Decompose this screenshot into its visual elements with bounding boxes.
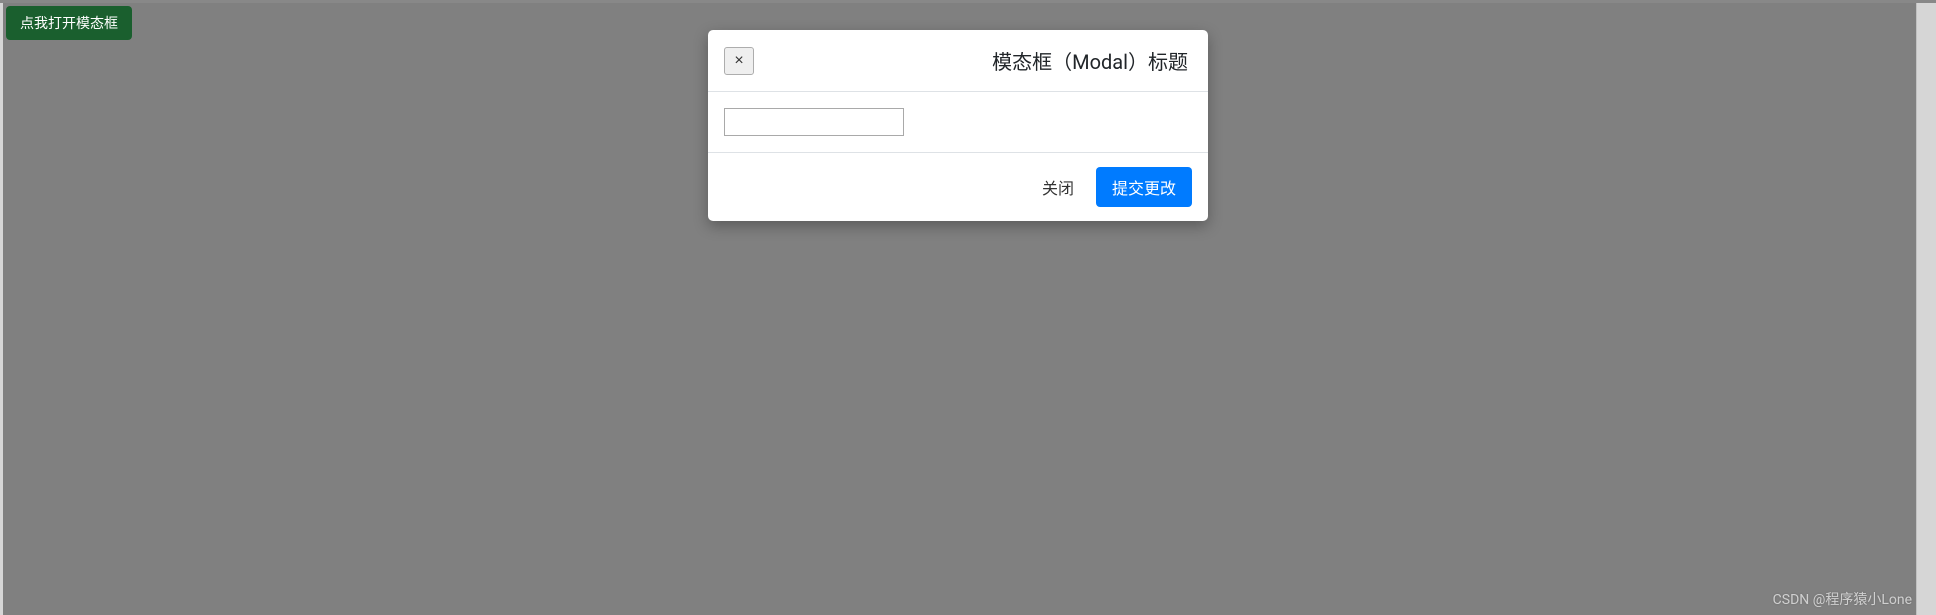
close-button[interactable]: 关闭 <box>1030 167 1086 207</box>
modal-close-button[interactable]: × <box>724 47 754 75</box>
modal-body <box>708 92 1208 153</box>
modal-title: 模态框（Modal）标题 <box>992 46 1192 75</box>
watermark-text: CSDN @程序猿小Lone <box>1773 589 1912 609</box>
modal-header: × 模态框（Modal）标题 <box>708 30 1208 92</box>
modal-text-input[interactable] <box>724 108 904 136</box>
open-modal-button[interactable]: 点我打开模态框 <box>6 6 132 40</box>
modal-footer: 关闭 提交更改 <box>708 153 1208 221</box>
close-icon: × <box>734 53 743 69</box>
scrollbar-track[interactable] <box>1916 3 1936 615</box>
submit-button[interactable]: 提交更改 <box>1096 167 1192 207</box>
modal-dialog: × 模态框（Modal）标题 关闭 提交更改 <box>708 30 1208 221</box>
